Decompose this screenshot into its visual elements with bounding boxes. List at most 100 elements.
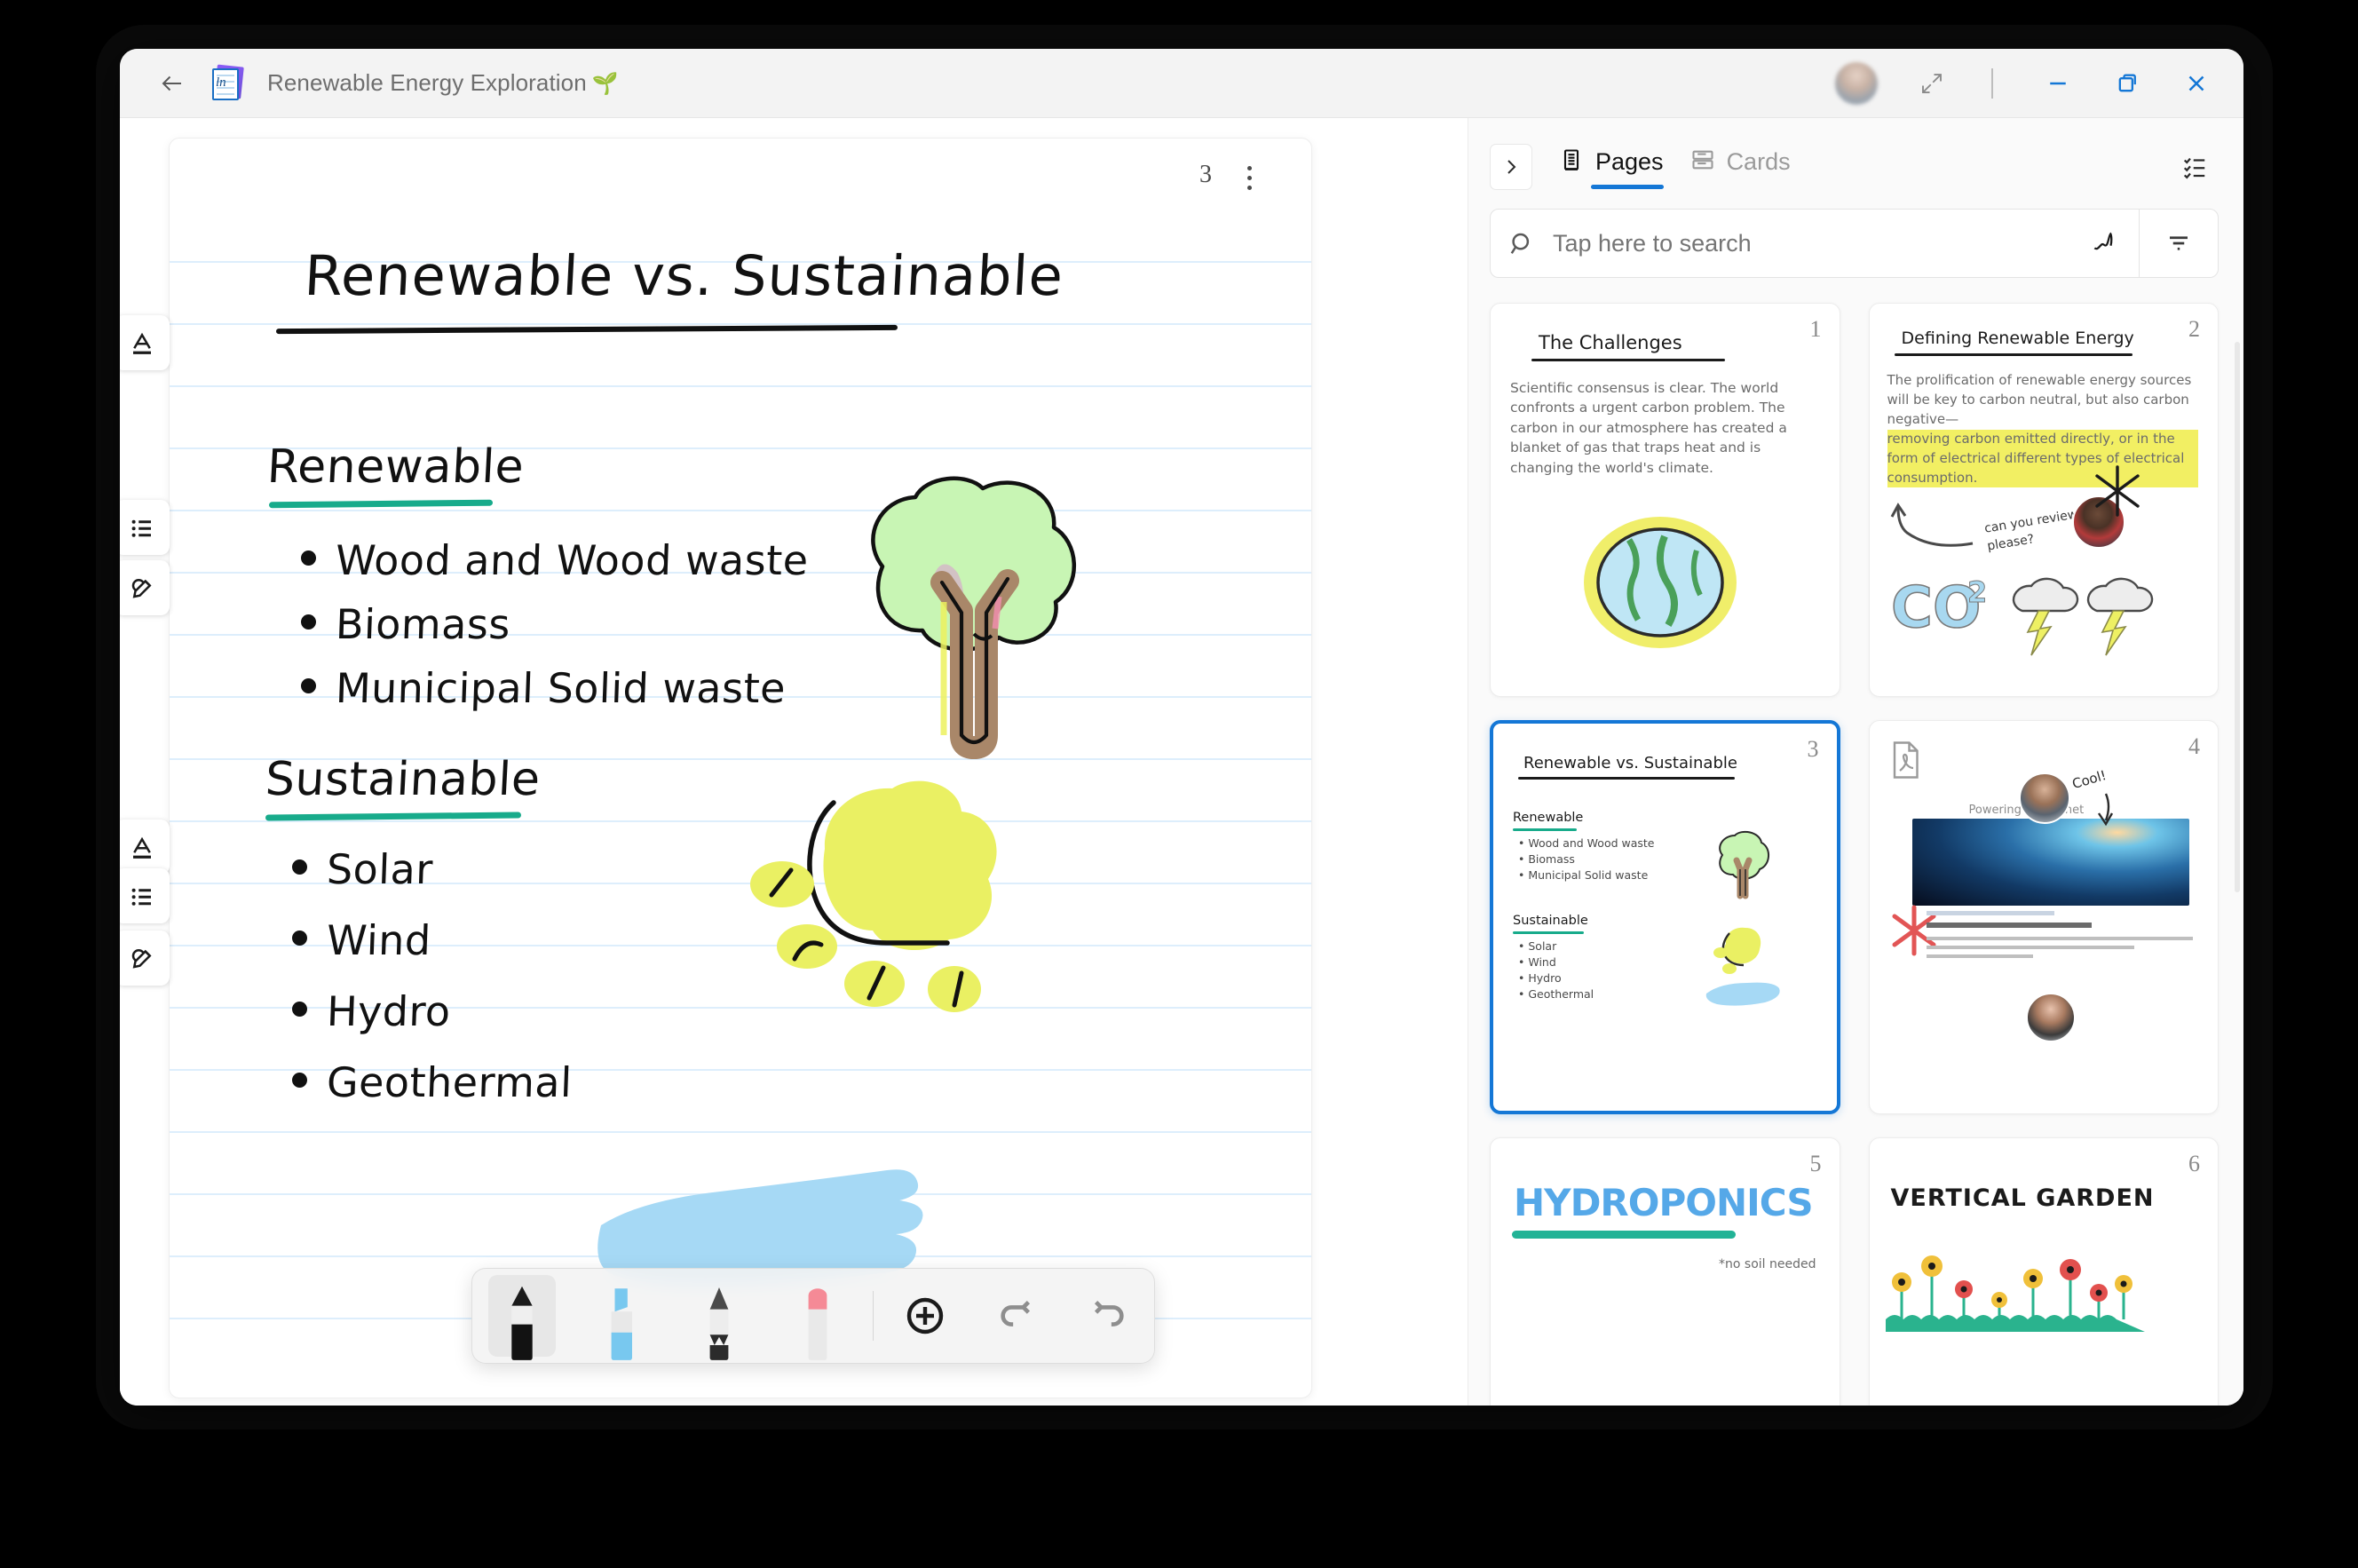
thumbnail-doc-text bbox=[1927, 911, 2194, 958]
note-canvas-area: 3 Renewable vs. Sustainable Renewable Wo… bbox=[120, 118, 1468, 1406]
seedling-emoji: 🌱 bbox=[592, 72, 619, 96]
bulleted-list-handle[interactable] bbox=[120, 500, 170, 555]
avatar[interactable] bbox=[1835, 62, 1878, 105]
title-bar: ln Renewable Energy Exploration🌱 bbox=[120, 49, 2243, 118]
ink-edit-handle[interactable] bbox=[120, 560, 170, 615]
thumbnail-bullets-2: • Solar • Wind • Hydro • Geothermal bbox=[1518, 938, 1594, 1003]
tab-cards-label: Cards bbox=[1727, 148, 1791, 176]
chevron-right-icon[interactable] bbox=[1490, 144, 1532, 190]
checklist-icon[interactable] bbox=[2171, 143, 2219, 191]
redo-button[interactable] bbox=[1063, 1271, 1154, 1360]
kebab-menu-icon[interactable] bbox=[1230, 156, 1269, 199]
minimize-button[interactable] bbox=[2023, 59, 2093, 108]
page-thumbnail-2[interactable]: 2 Defining Renewable Energy The prolific… bbox=[1869, 303, 2220, 697]
thumbnail-title-underline bbox=[1518, 777, 1735, 780]
pencil-tool[interactable] bbox=[670, 1271, 769, 1360]
pen-toolbar bbox=[471, 1268, 1155, 1364]
list-item: Municipal Solid waste bbox=[301, 664, 809, 712]
tree-drawing bbox=[834, 469, 1100, 762]
bullet-dot bbox=[301, 678, 316, 693]
thumbnail-title: VERTICAL GARDEN bbox=[1891, 1184, 2155, 1212]
thumbnail-bullet-item: Hydro bbox=[1528, 971, 1561, 985]
screenshot-root: ln Renewable Energy Exploration🌱 bbox=[0, 0, 2358, 1568]
search-input[interactable] bbox=[1553, 230, 2069, 257]
page-number: 3 bbox=[1199, 161, 1212, 189]
storm-clouds-drawing bbox=[2001, 566, 2161, 664]
undo-button[interactable] bbox=[970, 1271, 1062, 1360]
maximize-button[interactable] bbox=[2093, 59, 2162, 108]
add-pen-button[interactable] bbox=[879, 1271, 970, 1360]
thumbnail-section-heading: Renewable bbox=[1513, 811, 1583, 825]
list-item-label: Municipal Solid waste bbox=[335, 664, 787, 712]
avatar[interactable] bbox=[2019, 772, 2070, 824]
app-body: 3 Renewable vs. Sustainable Renewable Wo… bbox=[120, 118, 2243, 1406]
ink-edit-handle-2[interactable] bbox=[120, 931, 170, 986]
panel-scrollbar[interactable] bbox=[2235, 342, 2240, 892]
co2-label-drawing: CO 2 bbox=[1889, 568, 2005, 650]
thumbnail-bullet-item: Wind bbox=[1528, 955, 1555, 969]
list-item-label: Wood and Wood waste bbox=[335, 536, 809, 584]
filter-icon[interactable] bbox=[2140, 230, 2218, 257]
thumbnail-bullet-item: Wood and Wood waste bbox=[1528, 836, 1654, 850]
bullet-dot bbox=[292, 1002, 307, 1017]
list-item: Hydro bbox=[292, 987, 572, 1035]
bullet-dot bbox=[292, 1073, 307, 1088]
svg-text:2: 2 bbox=[1967, 575, 1987, 609]
ink-search-icon[interactable] bbox=[2069, 229, 2139, 257]
thumbnail-bullet-item: Solar bbox=[1528, 939, 1556, 953]
note-page[interactable]: 3 Renewable vs. Sustainable Renewable Wo… bbox=[169, 138, 1312, 1398]
text-format-handle[interactable] bbox=[120, 315, 170, 370]
tab-pages[interactable]: Pages bbox=[1559, 147, 1664, 187]
thumbnail-section-underline-2 bbox=[1513, 931, 1584, 934]
thumbnail-page-number: 5 bbox=[1810, 1151, 1822, 1177]
thumbnail-bullets: • Wood and Wood waste • Biomass • Munici… bbox=[1518, 835, 1655, 883]
page-thumbnail-6[interactable]: 6 VERTICAL GARDEN bbox=[1869, 1137, 2220, 1406]
thumbnail-title: HYDROPONICS bbox=[1514, 1181, 1813, 1224]
water-stroke bbox=[1703, 978, 1784, 1011]
back-arrow-icon[interactable] bbox=[148, 59, 196, 107]
search-icon bbox=[1491, 230, 1553, 257]
thumbnail-page-number: 3 bbox=[1808, 736, 1819, 763]
pdf-file-icon bbox=[1889, 740, 1921, 780]
flower-row-drawing bbox=[1882, 1236, 2148, 1334]
bulleted-list-handle-2[interactable] bbox=[120, 868, 170, 923]
toolbar-divider bbox=[873, 1291, 874, 1341]
thumbnail-title-underline bbox=[1512, 1231, 1736, 1239]
window-title-text: Renewable Energy Exploration bbox=[267, 69, 587, 96]
tab-cards[interactable]: Cards bbox=[1690, 147, 1791, 187]
eraser-tool[interactable] bbox=[769, 1271, 867, 1360]
thumbnail-page-number: 1 bbox=[1810, 316, 1822, 343]
thumbnail-highlighted-text: removing carbon emitted directly, or in … bbox=[1887, 430, 2199, 487]
page-thumbnail-1[interactable]: 1 The Challenges Scientific consensus is… bbox=[1490, 303, 1840, 697]
cards-icon bbox=[1690, 147, 1715, 177]
close-button[interactable] bbox=[2162, 59, 2231, 108]
expand-diagonal-icon[interactable] bbox=[1903, 60, 1961, 107]
thumbnail-title: The Challenges bbox=[1539, 332, 1682, 353]
avatar[interactable] bbox=[2026, 993, 2076, 1042]
thumbnail-section-underline bbox=[1513, 828, 1577, 831]
panel-header: Pages Cards bbox=[1468, 118, 2243, 200]
pen-tool[interactable] bbox=[472, 1271, 571, 1360]
text-format-handle-2[interactable] bbox=[120, 820, 170, 875]
list-item-label: Geothermal bbox=[326, 1058, 573, 1106]
page-thumbnail-3[interactable]: 3 Renewable vs. Sustainable Renewable • … bbox=[1490, 720, 1840, 1114]
search-bar[interactable] bbox=[1490, 209, 2219, 278]
bullet-dot bbox=[292, 859, 307, 875]
list-item-label: Solar bbox=[326, 845, 434, 893]
page-thumbnail-5[interactable]: 5 HYDROPONICS *no soil needed bbox=[1490, 1137, 1840, 1406]
thumbnail-bullet-item: Geothermal bbox=[1528, 987, 1594, 1001]
notebook-ink-icon: ln bbox=[209, 64, 248, 103]
bullet-list-sustainable: Solar Wind Hydro Geothermal bbox=[292, 845, 572, 1106]
thumbnail-body: The prolification of renewable energy so… bbox=[1887, 371, 2199, 429]
section-heading-sustainable: Sustainable bbox=[264, 753, 542, 806]
tab-pages-label: Pages bbox=[1595, 148, 1664, 176]
note-title: Renewable vs. Sustainable bbox=[303, 243, 1065, 308]
list-item: Geothermal bbox=[292, 1058, 572, 1106]
page-thumbnail-4[interactable]: 4 Powering the Planet Cool! bbox=[1869, 720, 2220, 1114]
thumbnail-bullet-item: Municipal Solid waste bbox=[1528, 868, 1648, 882]
sun-drawing bbox=[729, 760, 1031, 1026]
bullet-dot bbox=[301, 614, 316, 630]
highlighter-tool[interactable] bbox=[571, 1271, 669, 1360]
asterisk-annotation-icon bbox=[2088, 462, 2147, 520]
list-item: Biomass bbox=[301, 600, 809, 648]
